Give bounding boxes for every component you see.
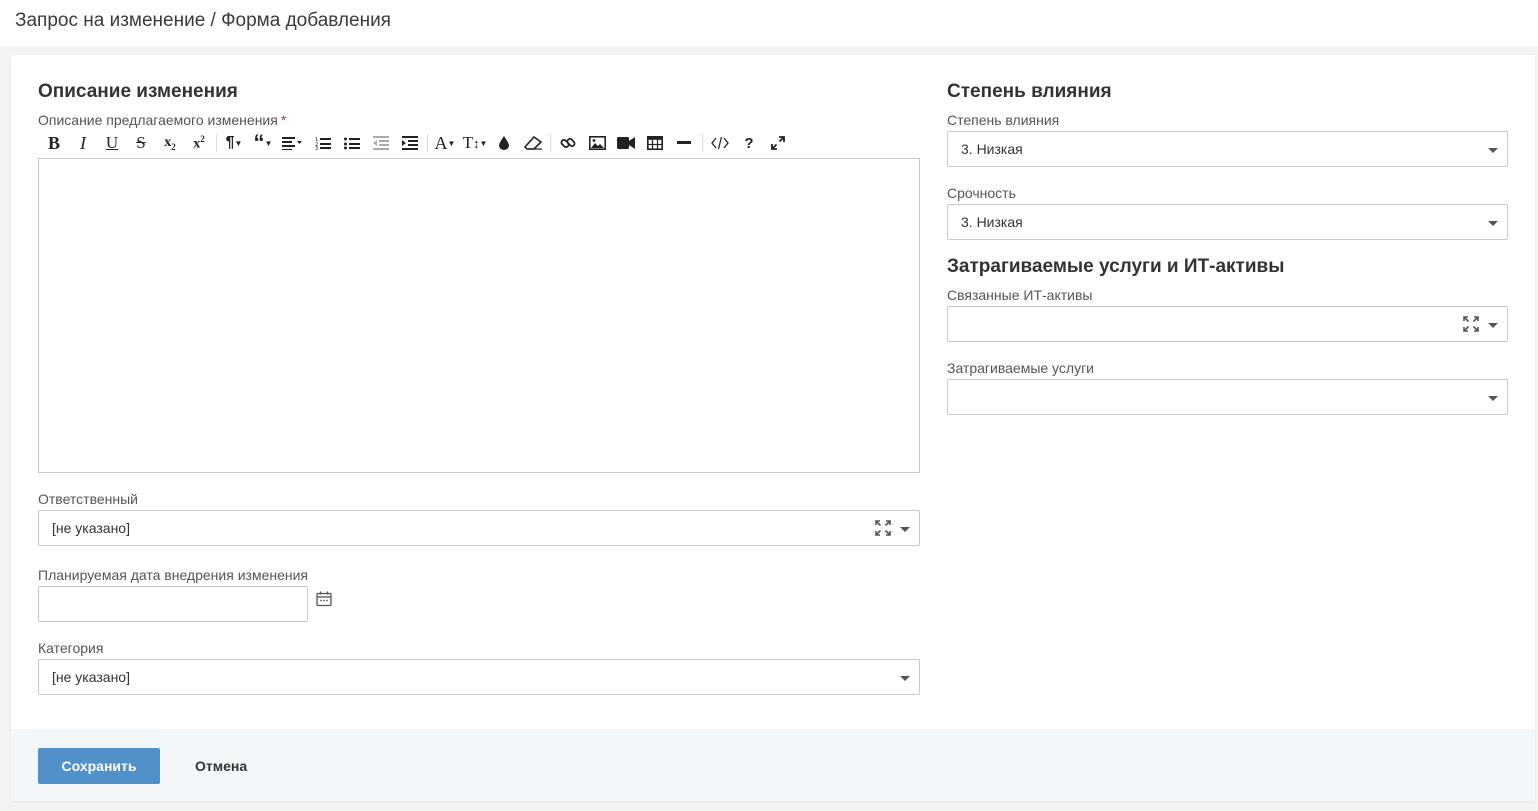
toolbar-separator (550, 134, 551, 152)
strikethrough-icon[interactable]: S (128, 130, 154, 156)
fullscreen-icon[interactable] (765, 130, 791, 156)
code-view-icon[interactable] (707, 130, 733, 156)
assets-label: Связанные ИТ-активы (947, 287, 1093, 303)
form-footer: Сохранить Отмена (11, 729, 1535, 801)
top-bar: Запрос на изменение / Форма добавления (0, 0, 1538, 46)
urgency-label: Срочность (947, 185, 1016, 201)
description-label: Описание предлагаемого изменения * (38, 112, 286, 128)
subscript-icon[interactable]: x2 (157, 130, 183, 156)
form-card: Описание изменения Описание предлагаемог… (11, 55, 1535, 801)
category-select[interactable]: [не указано] (38, 659, 920, 695)
link-icon[interactable] (555, 130, 581, 156)
font-size-icon[interactable]: T ↕ ▼ (462, 130, 488, 156)
responsible-label: Ответственный (38, 491, 138, 507)
eraser-icon[interactable] (520, 130, 546, 156)
description-editor[interactable] (38, 158, 920, 473)
unordered-list-icon[interactable] (339, 130, 365, 156)
urgency-value: 3. Низкая (961, 214, 1023, 230)
date-label: Планируемая дата внедрения изменения (38, 567, 308, 583)
toolbar-separator (427, 134, 428, 152)
font-color-icon[interactable]: A ▼ (432, 130, 458, 156)
image-icon[interactable] (584, 130, 610, 156)
chevron-down-icon[interactable] (1488, 323, 1498, 328)
page-title: Запрос на изменение / Форма добавления (15, 10, 391, 31)
paragraph-icon[interactable]: ¶ ▼ (221, 130, 247, 156)
cancel-button[interactable]: Отмена (183, 748, 263, 784)
services-label: Затрагиваемые услуги (947, 360, 1094, 376)
chevron-down-icon[interactable] (1488, 148, 1498, 153)
horizontal-rule-icon[interactable] (671, 130, 697, 156)
expand-icon[interactable] (1462, 315, 1480, 333)
editor-toolbar: B I U S x2 x2 ¶ ▼ “▼ 123 A ▼ T ↕ ▼ ? (38, 130, 798, 156)
category-value: [не указано] (52, 669, 130, 685)
impact-value: 3. Низкая (961, 141, 1023, 157)
urgency-select[interactable]: 3. Низкая (947, 204, 1508, 240)
quote-icon[interactable]: “▼ (250, 130, 276, 156)
calendar-icon[interactable] (316, 591, 332, 607)
responsible-value: [не указано] (52, 520, 130, 536)
toolbar-separator (216, 134, 217, 152)
video-icon[interactable] (613, 130, 639, 156)
underline-icon[interactable]: U (99, 130, 125, 156)
svg-text:3: 3 (315, 146, 318, 150)
chevron-down-icon[interactable] (1488, 396, 1498, 401)
chevron-down-icon[interactable] (900, 527, 910, 532)
chevron-down-icon[interactable] (1488, 221, 1498, 226)
date-input[interactable] (38, 586, 308, 622)
description-section-title: Описание изменения (38, 81, 238, 102)
required-mark: * (280, 112, 287, 128)
assets-select[interactable] (947, 306, 1508, 342)
toolbar-separator (702, 134, 703, 152)
ordered-list-icon[interactable]: 123 (310, 130, 336, 156)
align-icon[interactable] (279, 130, 305, 156)
help-icon[interactable]: ? (736, 130, 762, 156)
italic-icon[interactable]: I (70, 130, 96, 156)
indent-icon[interactable] (397, 130, 423, 156)
table-icon[interactable] (642, 130, 668, 156)
save-button[interactable]: Сохранить (38, 748, 160, 784)
impact-section-title: Степень влияния (947, 81, 1112, 102)
impact-select[interactable]: 3. Низкая (947, 131, 1508, 167)
superscript-icon[interactable]: x2 (186, 130, 212, 156)
description-label-text: Описание предлагаемого изменения (38, 112, 278, 128)
impact-label: Степень влияния (947, 112, 1060, 128)
chevron-down-icon[interactable] (900, 676, 910, 681)
bold-icon[interactable]: B (41, 130, 67, 156)
outdent-icon[interactable] (368, 130, 394, 156)
services-select[interactable] (947, 379, 1508, 415)
color-drop-icon[interactable] (491, 130, 517, 156)
responsible-select[interactable]: [не указано] (38, 510, 920, 546)
services-section-title: Затрагиваемые услуги и ИТ-активы (947, 256, 1285, 277)
category-label: Категория (38, 640, 104, 656)
expand-icon[interactable] (874, 519, 892, 537)
